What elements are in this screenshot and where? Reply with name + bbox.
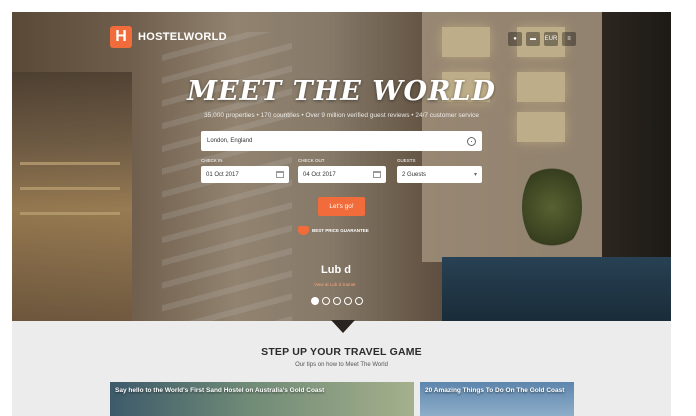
flag-icon[interactable]: ▬ (526, 32, 540, 46)
tip-card[interactable]: Say hello to the World's First Sand Host… (110, 382, 414, 416)
browser-viewport: H HOSTELWORLD ● ▬ EUR ≡ MEET THE WORLD 3… (12, 12, 671, 416)
tip-card-title: 20 Amazing Things To Do On The Gold Coas… (425, 387, 565, 394)
tip-card-title: Say hello to the World's First Sand Host… (115, 387, 325, 394)
check-in-value: 01 Oct 2017 (206, 171, 239, 178)
tips-section-subtitle: Our tips on how to Meet The World (295, 362, 388, 368)
lets-go-button[interactable]: Let's go! (318, 197, 365, 216)
check-in-label: CHECK IN (201, 158, 223, 163)
header-icons: ● ▬ EUR ≡ (508, 32, 576, 46)
check-out-value: 04 Oct 2017 (303, 171, 336, 178)
logo-mark: H (110, 26, 132, 48)
carousel-dot[interactable] (355, 297, 363, 305)
guarantee-label: BEST PRICE GUARANTEE (312, 228, 369, 233)
chevron-down-icon: ▾ (473, 172, 477, 178)
hero-headline: MEET THE WORLD (187, 76, 496, 107)
account-icon[interactable]: ● (508, 32, 522, 46)
tips-section-title: STEP UP YOUR TRAVEL GAME (261, 346, 422, 358)
check-out-field[interactable]: 04 Oct 2017 (298, 166, 386, 183)
carousel-dots (311, 297, 363, 305)
carousel-dot[interactable] (333, 297, 341, 305)
best-price-guarantee[interactable]: BEST PRICE GUARANTEE (298, 226, 369, 235)
guarantee-badge-icon (298, 226, 309, 235)
hostelworld-logo[interactable]: H HOSTELWORLD (110, 26, 227, 48)
menu-icon[interactable]: ≡ (562, 32, 576, 46)
calendar-icon (373, 171, 381, 178)
carousel-dot[interactable] (344, 297, 352, 305)
hero-banner: H HOSTELWORLD ● ▬ EUR ≡ MEET THE WORLD 3… (12, 12, 671, 321)
destination-value: London, England (207, 138, 253, 144)
destination-search-input[interactable]: London, England (201, 131, 482, 151)
guests-value: 2 Guests (402, 171, 427, 178)
carousel-dot[interactable] (322, 297, 330, 305)
carousel-dot[interactable] (311, 297, 319, 305)
currency-icon[interactable]: EUR (544, 32, 558, 46)
hero-pointer-notch (331, 320, 355, 333)
guests-select[interactable]: 2 Guests ▾ (397, 166, 482, 183)
featured-property-name: Lub d (321, 264, 351, 276)
locate-me-icon[interactable] (467, 136, 476, 146)
featured-property-link[interactable]: View at Lub d Samet (314, 282, 355, 287)
guests-label: GUESTS (397, 158, 416, 163)
logo-text: HOSTELWORLD (138, 31, 227, 43)
calendar-icon (276, 171, 284, 178)
check-in-field[interactable]: 01 Oct 2017 (201, 166, 289, 183)
check-out-label: CHECK OUT (298, 158, 325, 163)
hero-tagline: 35,000 properties • 170 countries • Over… (204, 112, 479, 119)
tip-card[interactable]: 20 Amazing Things To Do On The Gold Coas… (420, 382, 574, 416)
